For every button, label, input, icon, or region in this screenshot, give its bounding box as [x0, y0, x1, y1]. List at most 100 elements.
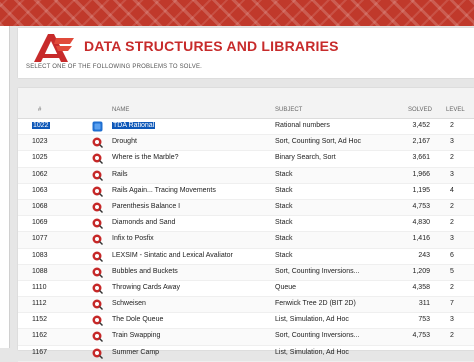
problem-id-text[interactable]: 1077: [32, 235, 48, 242]
problem-name[interactable]: Bubbles and Buckets: [112, 268, 178, 275]
problem-id[interactable]: 1088: [32, 268, 48, 275]
table-row[interactable]: 1022 TDA Rational Rational numbers 3,452 2: [18, 119, 474, 136]
problem-id-text[interactable]: 1112: [32, 300, 47, 307]
table-row[interactable]: 1088 Bubbles and Buckets Sort, Counting In…: [18, 264, 474, 281]
problem-name[interactable]: Diamonds and Sand: [112, 219, 175, 226]
problem-id[interactable]: 1112: [32, 300, 47, 307]
problem-name[interactable]: Where is the Marble?: [112, 154, 179, 161]
problem-name[interactable]: Summer Camp: [112, 349, 159, 356]
problem-id[interactable]: 1110: [32, 284, 47, 291]
problem-subject: Sort, Counting Sort, Ad Hoc: [275, 138, 361, 146]
problem-name[interactable]: Rails: [112, 171, 128, 178]
problem-level: 2: [450, 122, 454, 129]
problem-name-text[interactable]: Bubbles and Buckets: [112, 268, 178, 275]
problem-id-text[interactable]: 1022: [32, 122, 50, 129]
problem-name[interactable]: Train Swapping: [112, 332, 160, 339]
problem-name[interactable]: Schweisen: [112, 300, 146, 307]
problem-subject: Sort, Counting Inversions...: [275, 332, 360, 340]
problem-name-text[interactable]: Summer Camp: [112, 349, 159, 356]
problem-id[interactable]: 1167: [32, 349, 47, 356]
problem-id-text[interactable]: 1069: [32, 219, 48, 226]
problem-id[interactable]: 1063: [32, 187, 48, 194]
table-row[interactable]: 1068 Parenthesis Balance I Stack 4,753 2: [18, 199, 474, 217]
problem-id[interactable]: 1077: [32, 235, 48, 242]
table-row[interactable]: 1025 Where is the Marble? Binary Search, S…: [18, 151, 474, 168]
table-row[interactable]: 1063 Rails Again... Tracing Movements Stac…: [18, 184, 474, 200]
problem-subject: Stack: [275, 170, 293, 178]
problem-id-text[interactable]: 1152: [32, 316, 47, 323]
problems-table: # NAME SUBJECT SOLVED LEVEL 1022 TDA Rati…: [18, 88, 474, 362]
problem-id-text[interactable]: 1167: [32, 349, 47, 356]
problem-id-text[interactable]: 1088: [32, 268, 48, 275]
problem-id[interactable]: 1022: [32, 122, 50, 129]
problem-solved-count: 311: [418, 300, 430, 308]
problem-id-text[interactable]: 1062: [32, 171, 48, 178]
header-name[interactable]: NAME: [112, 107, 129, 113]
problem-name-text[interactable]: The Dole Queue: [112, 316, 163, 323]
problem-name[interactable]: LEXSIM - Sintatic and Lexical Avaliator: [112, 252, 233, 259]
problem-name[interactable]: TDA Rational: [112, 122, 156, 129]
problem-level: 2: [450, 332, 454, 340]
problem-id[interactable]: 1152: [32, 316, 47, 323]
problem-name-text[interactable]: Infix to Posfix: [112, 235, 154, 242]
problem-name-text[interactable]: Where is the Marble?: [112, 154, 179, 161]
problem-level: 3: [450, 235, 454, 243]
table-row[interactable]: 1062 Rails Stack 1,966 3: [18, 167, 474, 184]
problem-name-text[interactable]: Drought: [112, 138, 137, 145]
problem-name-text[interactable]: Rails Again... Tracing Movements: [112, 187, 216, 194]
category-logo-icon: [34, 34, 74, 62]
problem-subject: Stack: [275, 235, 293, 243]
problem-id-text[interactable]: 1068: [32, 203, 48, 210]
problem-name[interactable]: Parenthesis Balance I: [112, 203, 180, 210]
problem-id-text[interactable]: 1083: [32, 252, 48, 259]
problem-id-text[interactable]: 1025: [32, 154, 48, 161]
problem-id[interactable]: 1162: [32, 332, 47, 339]
problem-name-text[interactable]: LEXSIM - Sintatic and Lexical Avaliator: [112, 252, 233, 259]
problem-subject: Rational numbers: [275, 122, 330, 129]
problem-id[interactable]: 1062: [32, 171, 48, 178]
problem-name[interactable]: The Dole Queue: [112, 316, 163, 323]
problem-name-text[interactable]: Parenthesis Balance I: [112, 203, 180, 210]
table-row[interactable]: 1110 Throwing Cards Away Queue 4,358 2: [18, 281, 474, 298]
problem-name-text[interactable]: Rails: [112, 171, 128, 178]
problem-id-text[interactable]: 1023: [32, 138, 48, 145]
header-id[interactable]: #: [38, 107, 41, 113]
problem-level: 5: [450, 267, 454, 275]
table-row[interactable]: 1077 Infix to Posfix Stack 1,416 3: [18, 232, 474, 249]
problem-name-text[interactable]: Diamonds and Sand: [112, 219, 175, 226]
problem-id-text[interactable]: 1110: [32, 284, 47, 291]
problem-id[interactable]: 1069: [32, 219, 48, 226]
problem-solved-count: 1,195: [412, 186, 430, 194]
unsolved-status-icon: [92, 283, 103, 294]
table-row[interactable]: 1167 Summer Camp List, Simulation, Ad Hoc: [18, 346, 474, 362]
unsolved-status-icon: [92, 267, 103, 278]
problem-name-text[interactable]: TDA Rational: [112, 122, 156, 129]
problem-name-text[interactable]: Schweisen: [112, 300, 146, 307]
table-row[interactable]: 1083 LEXSIM - Sintatic and Lexical Avalia…: [18, 249, 474, 265]
problem-name-text[interactable]: Train Swapping: [112, 332, 160, 339]
table-row[interactable]: 1112 Schweisen Fenwick Tree 2D (BIT 2D) 311…: [18, 297, 474, 314]
table-row[interactable]: 1162 Train Swapping Sort, Counting Inversi…: [18, 329, 474, 346]
table-row[interactable]: 1023 Drought Sort, Counting Sort, Ad Hoc 2,…: [18, 135, 474, 152]
problem-id[interactable]: 1068: [32, 203, 48, 210]
header-level[interactable]: LEVEL: [446, 107, 465, 113]
problem-id[interactable]: 1025: [32, 154, 48, 161]
problem-name[interactable]: Rails Again... Tracing Movements: [112, 187, 216, 194]
problem-name[interactable]: Drought: [112, 138, 137, 145]
problem-id-text[interactable]: 1162: [32, 332, 47, 339]
problem-level: 3: [450, 138, 454, 146]
problem-name-text[interactable]: Throwing Cards Away: [112, 284, 180, 291]
problem-id-text[interactable]: 1063: [32, 187, 48, 194]
header-solved[interactable]: SOLVED: [408, 107, 432, 113]
table-row[interactable]: 1152 The Dole Queue List, Simulation, Ad H…: [18, 313, 474, 330]
problem-solved-count: 4,753: [412, 202, 430, 210]
problem-id[interactable]: 1023: [32, 138, 48, 145]
table-row[interactable]: 1069 Diamonds and Sand Stack 4,830 2: [18, 216, 474, 233]
problem-id[interactable]: 1083: [32, 252, 48, 259]
header-subject[interactable]: SUBJECT: [275, 107, 302, 113]
problem-name[interactable]: Throwing Cards Away: [112, 284, 180, 291]
sidebar: [0, 26, 10, 348]
problem-name[interactable]: Infix to Posfix: [112, 235, 154, 242]
top-banner: [0, 0, 474, 26]
problem-subject: List, Simulation, Ad Hoc: [275, 316, 349, 324]
